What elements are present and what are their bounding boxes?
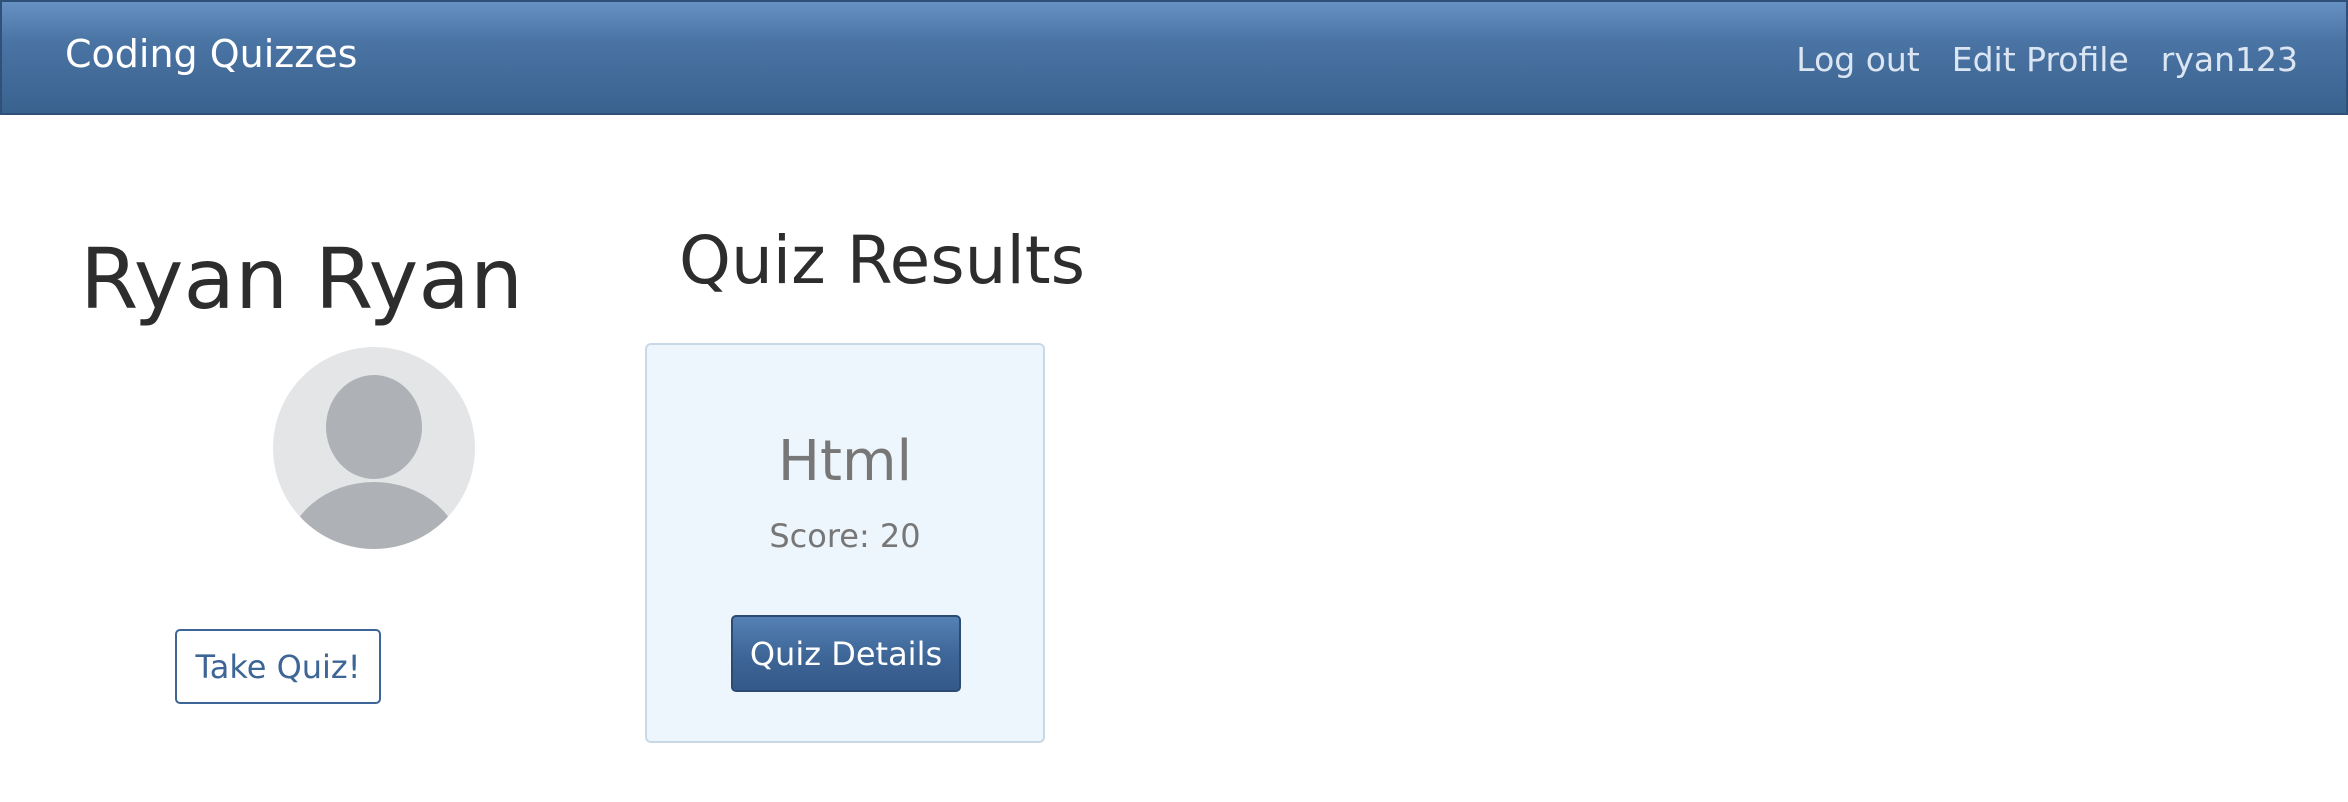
top-navbar: Coding Quizzes Log out Edit Profile ryan… — [0, 0, 2348, 115]
nav-links: Log out Edit Profile ryan123 — [1796, 40, 2298, 79]
username-link[interactable]: ryan123 — [2161, 40, 2298, 79]
quiz-results-heading: Quiz Results — [679, 222, 1086, 299]
logout-link[interactable]: Log out — [1796, 40, 1919, 79]
take-quiz-button[interactable]: Take Quiz! — [175, 629, 381, 704]
edit-profile-link[interactable]: Edit Profile — [1952, 40, 2129, 79]
quiz-result-card: Html Score: 20 Quiz Details — [645, 343, 1045, 743]
user-avatar-placeholder-icon — [273, 347, 475, 549]
brand-link[interactable]: Coding Quizzes — [65, 32, 357, 76]
quiz-details-button[interactable]: Quiz Details — [731, 615, 961, 692]
quiz-score: Score: 20 — [769, 517, 921, 555]
quiz-title: Html — [777, 429, 913, 494]
profile-name: Ryan Ryan — [80, 230, 524, 328]
